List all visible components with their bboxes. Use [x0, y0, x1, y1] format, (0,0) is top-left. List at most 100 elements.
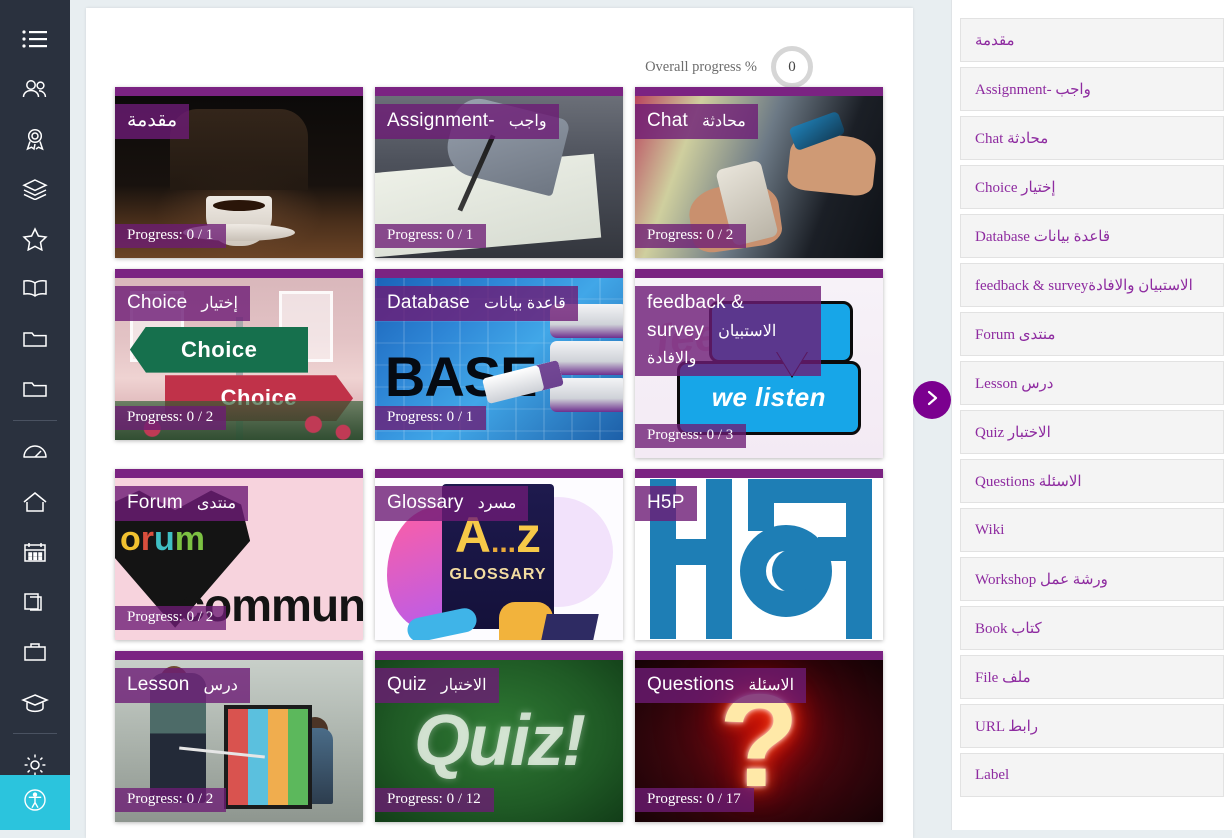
card-progress-badge: Progress: 0 / 17 [635, 788, 754, 812]
card-media: Choice Choice Choiceإختيار Progress: 0 /… [115, 278, 363, 440]
card-progress-badge: Progress: 0 / 12 [375, 788, 494, 812]
drawer-toggle-button[interactable] [913, 381, 951, 419]
card-media: Chat محادثة Progress: 0 / 2 [635, 96, 883, 258]
drawer-item-label[interactable]: Label [960, 753, 1224, 797]
users-icon[interactable] [0, 64, 70, 114]
we-listen-text: we listen [712, 382, 826, 413]
card-progress-badge: Progress: 0 / 1 [115, 224, 226, 248]
activity-card-chat[interactable]: Chat محادثة Progress: 0 / 2 [635, 87, 883, 258]
drawer-item-file[interactable]: File ملف [960, 655, 1224, 699]
card-media: H5P [635, 478, 883, 640]
drawer-item-assignment[interactable]: Assignment- واجب [960, 67, 1224, 111]
book-open-icon[interactable] [0, 264, 70, 314]
card-title: Choiceإختيار [115, 286, 250, 321]
course-content-panel: Overall progress % 0 مقدمة Progress: 0 /… [86, 8, 913, 838]
card-title-en: Chat [647, 110, 688, 131]
card-title-ar: محادثة [702, 113, 746, 130]
activity-card-database[interactable]: BASE Databaseقاعدة بيانات Progress: 0 / … [375, 269, 623, 440]
drawer-item-quiz[interactable]: Quiz الاختبار [960, 410, 1224, 454]
dashboard-gauge-icon[interactable] [0, 427, 70, 477]
activity-card-lesson[interactable]: Lessonدرس Progress: 0 / 2 [115, 651, 363, 822]
card-cell: مقدمة Progress: 0 / 1 [115, 87, 375, 269]
card-title-en: Forum [127, 492, 183, 513]
accessibility-icon [22, 787, 48, 818]
card-media: A...z GLOSSARY Glossaryمسرد [375, 478, 623, 640]
drawer-item-choice[interactable]: Choice إختيار [960, 165, 1224, 209]
card-topbar [115, 87, 363, 96]
card-progress-badge: Progress: 0 / 2 [115, 788, 226, 812]
drawer-item-url[interactable]: URL رابط [960, 704, 1224, 748]
drawer-item-database[interactable]: Database قاعدة بيانات [960, 214, 1224, 258]
card-cell: Lessonدرس Progress: 0 / 2 [115, 651, 375, 833]
drawer-item-intro[interactable]: مقدمة [960, 18, 1224, 62]
graduation-cap-icon[interactable] [0, 677, 70, 727]
card-title: Glossaryمسرد [375, 486, 528, 521]
card-topbar [635, 269, 883, 278]
home-icon[interactable] [0, 477, 70, 527]
card-topbar [375, 651, 623, 660]
drawer-item-feedback-survey[interactable]: feedback & surveyالاستبيان والافادة [960, 263, 1224, 307]
card-media: Lessonدرس Progress: 0 / 2 [115, 660, 363, 822]
activity-card-quiz[interactable]: Quiz! Quizالاختبار Progress: 0 / 12 [375, 651, 623, 822]
card-title-ar: الاختبار [441, 677, 487, 694]
activity-card-choice[interactable]: Choice Choice Choiceإختيار Progress: 0 /… [115, 269, 363, 440]
card-topbar [635, 651, 883, 660]
card-cell: feedback we listen feedback & surveyالاس… [635, 269, 895, 469]
drawer-item-lesson[interactable]: Lesson درس [960, 361, 1224, 405]
activity-card-grid: مقدمة Progress: 0 / 1 Assignment-واجب Pr… [115, 87, 905, 833]
activity-card-feedback-survey[interactable]: feedback we listen feedback & surveyالاس… [635, 269, 883, 458]
card-cell: H5P [635, 469, 895, 651]
activity-card-intro[interactable]: مقدمة Progress: 0 / 1 [115, 87, 363, 258]
card-title: Lessonدرس [115, 668, 250, 703]
card-title-en: Questions [647, 674, 734, 695]
star-icon[interactable] [0, 214, 70, 264]
card-title-en: H5P [647, 492, 685, 513]
activity-card-forum[interactable]: orum community Forumمنتدى Progress: 0 / … [115, 469, 363, 640]
drawer-item-book[interactable]: Book كتاب [960, 606, 1224, 650]
folder-icon[interactable] [0, 314, 70, 364]
card-title: feedback & surveyالاستبيان والافادة [635, 286, 821, 376]
activity-card-questions[interactable]: ? Questionsالاسئلة Progress: 0 / 17 [635, 651, 883, 822]
card-topbar [635, 469, 883, 478]
accessibility-button[interactable] [0, 775, 70, 830]
card-cell: Quiz! Quizالاختبار Progress: 0 / 12 [375, 651, 635, 833]
card-title: H5P [635, 486, 697, 521]
activity-card-glossary[interactable]: A...z GLOSSARY Glossaryمسرد [375, 469, 623, 640]
drawer-item-chat[interactable]: Chat محادثة [960, 116, 1224, 160]
card-progress-badge: Progress: 0 / 2 [115, 406, 226, 430]
rail-divider-2 [13, 733, 57, 734]
badge-icon[interactable] [0, 114, 70, 164]
card-title: Databaseقاعدة بيانات [375, 286, 578, 321]
drawer-item-wiki[interactable]: Wiki [960, 508, 1224, 552]
card-cell: Chat محادثة Progress: 0 / 2 [635, 87, 895, 269]
files-icon[interactable] [0, 577, 70, 627]
card-title-ar: الاسئلة [748, 677, 794, 694]
card-media: ? Questionsالاسئلة Progress: 0 / 17 [635, 660, 883, 822]
drawer-item-forum[interactable]: Forum منتدى [960, 312, 1224, 356]
list-icon[interactable] [0, 14, 70, 64]
sign-green-label: Choice [181, 337, 257, 363]
card-title-ar: قاعدة بيانات [484, 295, 566, 312]
card-progress-badge: Progress: 0 / 1 [375, 224, 486, 248]
card-media: feedback we listen feedback & surveyالاس… [635, 278, 883, 458]
layers-icon[interactable] [0, 164, 70, 214]
card-media: مقدمة Progress: 0 / 1 [115, 96, 363, 258]
briefcase-icon[interactable] [0, 627, 70, 677]
overall-progress: Overall progress % 0 [645, 46, 813, 88]
card-progress-badge: Progress: 0 / 2 [635, 224, 746, 248]
card-progress-badge: Progress: 0 / 2 [115, 606, 226, 630]
chevron-right-icon [924, 389, 940, 412]
card-topbar [115, 651, 363, 660]
activity-card-h5p[interactable]: H5P [635, 469, 883, 640]
card-title: Forumمنتدى [115, 486, 248, 521]
calendar-icon[interactable] [0, 527, 70, 577]
card-topbar [635, 87, 883, 96]
drawer-item-questions[interactable]: Questions الاسئلة [960, 459, 1224, 503]
drawer-item-workshop[interactable]: Workshop ورشة عمل [960, 557, 1224, 601]
card-topbar [375, 87, 623, 96]
activity-card-assignment[interactable]: Assignment-واجب Progress: 0 / 1 [375, 87, 623, 258]
card-topbar [375, 269, 623, 278]
rail-divider [13, 420, 57, 421]
folder-alt-icon[interactable] [0, 364, 70, 414]
left-icon-rail [0, 0, 70, 830]
